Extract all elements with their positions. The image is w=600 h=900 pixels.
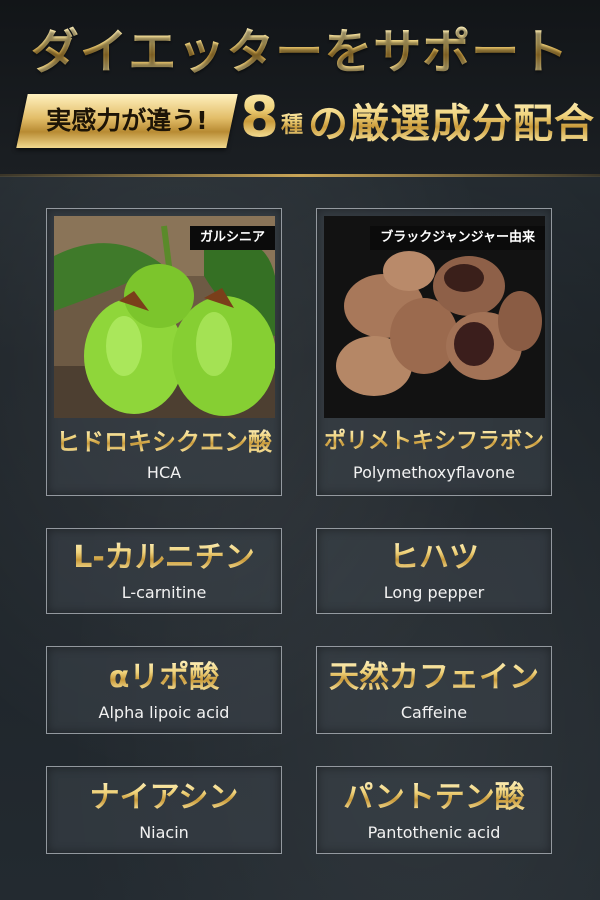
ingredient-card-hca: ガルシニア ヒドロキシクエン酸 HCA [46,208,282,496]
ingredient-name-jp: L-カルニチン [47,539,281,577]
ingredient-name-en: Polymethoxyflavone [353,463,515,482]
ingredient-card-pantothenic-acid: パントテン酸 Pantothenic acid [316,766,552,854]
ingredient-name-jp: αリポ酸 [47,659,281,697]
gold-divider [0,174,600,177]
ingredient-name-jp: パントテン酸 [317,779,551,817]
ingredient-card-l-carnitine: L-カルニチン L-carnitine [46,528,282,614]
subtitle: の厳選成分配合 [308,96,595,152]
ribbon-label: 実感力が違う! [46,106,208,135]
ingredient-name-jp: 天然カフェイン [317,659,551,697]
ingredient-name-en: HCA [146,463,182,482]
ingredient-name-en: Long pepper [383,583,485,602]
ingredient-card-caffeine: 天然カフェイン Caffeine [316,646,552,734]
main-title: ダイエッターをサポート [0,24,600,80]
ingredient-name-en: Pantothenic acid [367,823,501,842]
ingredient-unit: 種 [281,106,303,146]
garcinia-photo: ガルシニア [54,216,275,418]
header-banner: ダイエッターをサポート 実感力が違う! 8 種 の厳選成分配合 [0,0,600,176]
ingredient-card-long-pepper: ヒハツ Long pepper [316,528,552,614]
ingredient-name-jp: ナイアシン [47,779,281,817]
ingredient-count: 8 [240,85,279,150]
ingredient-card-niacin: ナイアシン Niacin [46,766,282,854]
ingredient-card-polymethoxyflavone: ブラックジャンジャー由来 ポリメトキシフラボン Polymethoxyflavo… [316,208,552,496]
ingredient-card-alpha-lipoic-acid: αリポ酸 Alpha lipoic acid [46,646,282,734]
ingredient-name-en: Caffeine [400,703,468,722]
ingredient-name-en: Niacin [139,823,189,842]
photo-tag-black-ginger: ブラックジャンジャー由来 [370,226,545,250]
ingredient-name-jp: ヒドロキシクエン酸 [47,427,281,457]
ingredient-name-jp: ポリメトキシフラボン [317,427,551,457]
ingredient-name-en: L-carnitine [121,583,207,602]
black-ginger-photo: ブラックジャンジャー由来 [324,216,545,418]
photo-tag-garcinia: ガルシニア [189,226,275,250]
ingredient-name-jp: ヒハツ [317,539,551,577]
ingredient-name-en: Alpha lipoic acid [98,703,230,722]
